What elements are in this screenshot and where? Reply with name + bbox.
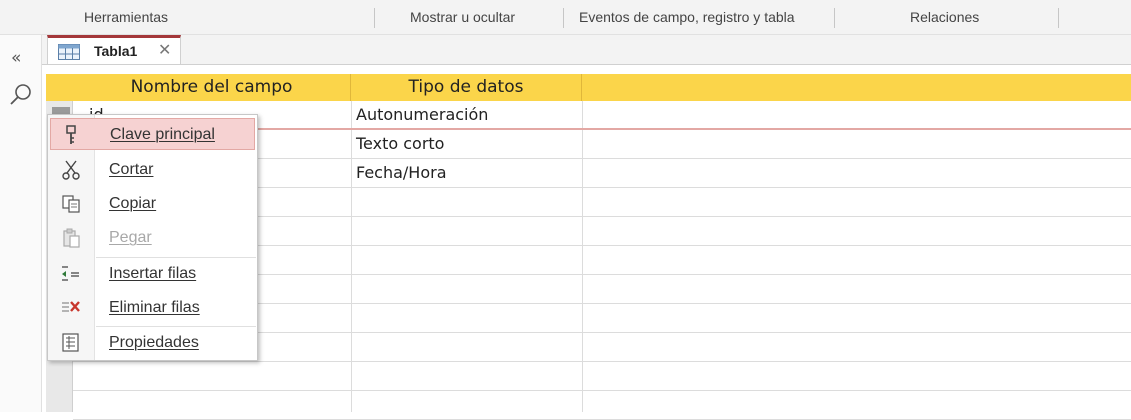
menu-item-copiar[interactable]: Copiar	[50, 188, 255, 220]
navigation-pane-collapsed: «	[0, 35, 42, 412]
ribbon-separator	[834, 8, 835, 28]
table-icon	[58, 44, 80, 60]
ribbon: Herramientas Mostrar u ocultar Eventos d…	[0, 0, 1131, 35]
menu-item-label: Cortar	[109, 161, 154, 178]
ribbon-separator	[374, 8, 375, 28]
data-type-cell[interactable]: Autonumeración	[356, 101, 488, 130]
collapse-nav-icon[interactable]: «	[11, 48, 21, 68]
search-icon[interactable]	[4, 83, 36, 105]
table-row[interactable]	[73, 391, 1131, 420]
menu-item-propiedades[interactable]: Propiedades	[50, 327, 255, 359]
menu-item-label: Clave principal	[110, 126, 215, 143]
copy-icon	[62, 195, 80, 213]
menu-item-pegar[interactable]: Pegar	[50, 222, 255, 254]
properties-icon	[62, 333, 79, 352]
insert-rows-icon	[62, 266, 79, 281]
data-type-cell[interactable]: Texto corto	[356, 130, 444, 159]
menu-item-label: Propiedades	[109, 334, 199, 351]
menu-item-clave-principal[interactable]: Clave principal	[50, 118, 255, 150]
table-row[interactable]	[73, 362, 1131, 391]
ribbon-group-herramientas: Herramientas	[84, 9, 169, 25]
ribbon-group-mostrar-ocultar: Mostrar u ocultar	[410, 9, 516, 25]
close-icon[interactable]: ✕	[158, 40, 171, 59]
menu-item-cortar[interactable]: Cortar	[50, 154, 255, 186]
document-tab-bar: Tabla1 ✕	[42, 35, 1131, 65]
scissors-icon	[62, 160, 80, 180]
ribbon-separator	[1058, 8, 1059, 28]
header-data-type: Tipo de datos	[351, 74, 582, 101]
menu-item-label: Eliminar filas	[109, 299, 200, 316]
ribbon-group-eventos: Eventos de campo, registro y tabla	[579, 9, 795, 25]
menu-item-label: Pegar	[109, 229, 152, 246]
header-field-name: Nombre del campo	[73, 74, 351, 101]
grid-header-row: Nombre del campo Tipo de datos	[46, 74, 1131, 101]
menu-item-insertar-filas[interactable]: Insertar filas	[50, 258, 255, 290]
delete-rows-icon	[62, 301, 80, 312]
menu-item-label: Copiar	[109, 195, 157, 212]
context-menu: Clave principal Cortar Copiar Pegar Inse…	[47, 114, 258, 361]
menu-item-label: Insertar filas	[109, 265, 197, 282]
tab-label: Tabla1	[94, 43, 138, 59]
key-icon	[66, 125, 76, 144]
tab-tabla1[interactable]: Tabla1 ✕	[47, 35, 181, 64]
grid-corner	[46, 74, 73, 101]
ribbon-group-relaciones: Relaciones	[910, 9, 980, 25]
data-type-cell[interactable]: Fecha/Hora	[356, 159, 447, 188]
ribbon-separator	[563, 8, 564, 28]
menu-item-eliminar-filas[interactable]: Eliminar filas	[50, 292, 255, 324]
paste-icon	[63, 228, 80, 248]
